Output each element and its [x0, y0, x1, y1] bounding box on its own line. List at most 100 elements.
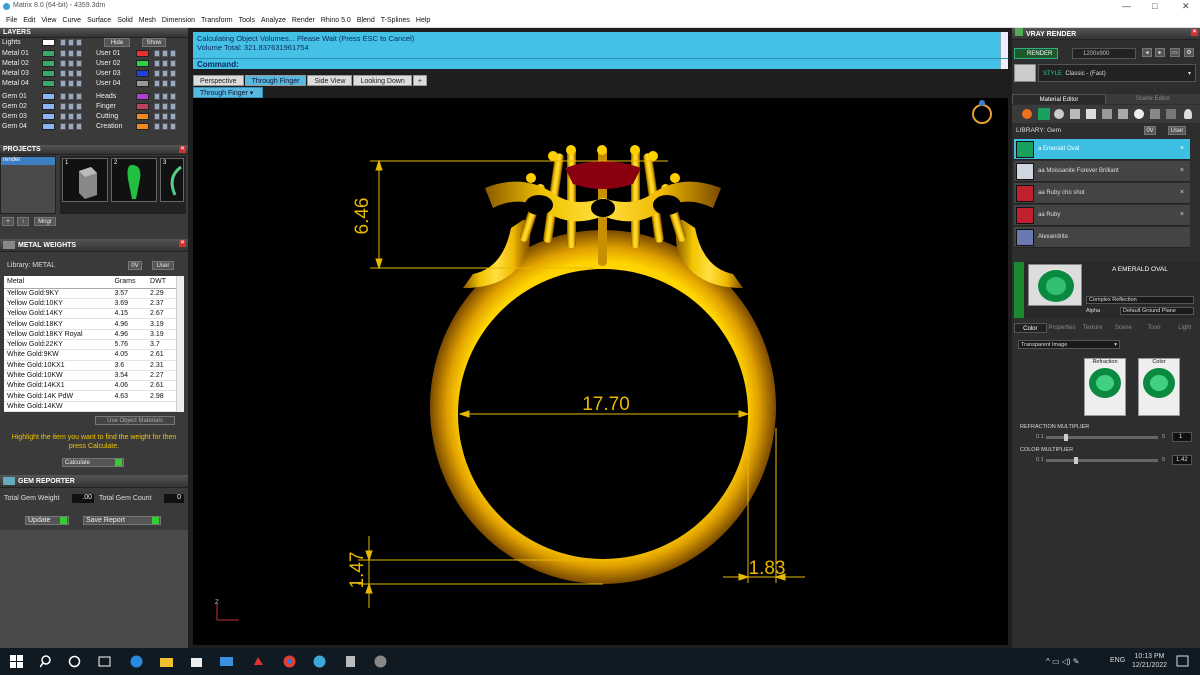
light-sphere-icon[interactable] — [1134, 109, 1144, 119]
message-scrollbar[interactable] — [1000, 32, 1008, 58]
render-button[interactable]: RENDER — [1014, 48, 1058, 59]
table-row[interactable]: White Gold:14K PdW 4.63 2.98 — [4, 390, 176, 402]
bulb-icon[interactable] — [1184, 109, 1192, 119]
menu-solid[interactable]: Solid — [114, 14, 136, 27]
toggle-icon[interactable] — [76, 60, 82, 67]
toggle-icon[interactable] — [170, 113, 176, 120]
layer-color-swatch[interactable] — [42, 39, 55, 46]
layer-color-swatch[interactable] — [42, 60, 55, 67]
add-view-tab[interactable]: + — [412, 75, 427, 86]
layer-row[interactable]: Gem 04 — [2, 122, 90, 131]
app-blue-icon[interactable] — [313, 655, 326, 668]
lock-icon[interactable] — [60, 60, 66, 67]
toggle-icon[interactable] — [76, 113, 82, 120]
visibility-icon[interactable] — [68, 50, 74, 57]
rhino-icon[interactable] — [344, 655, 357, 668]
visibility-icon[interactable] — [162, 93, 168, 100]
color-swatch[interactable]: Color — [1138, 358, 1180, 416]
settings-icon[interactable]: ⚙ — [1184, 48, 1194, 57]
layer-row[interactable]: User 01 — [96, 49, 184, 58]
save-report-button[interactable]: Save Report — [83, 516, 161, 525]
file-explorer-icon[interactable] — [160, 655, 173, 668]
toggle-icon[interactable] — [170, 80, 176, 87]
sphere-icon[interactable] — [1054, 109, 1064, 119]
clock[interactable]: 10:13 PM 12/21/2022 — [1132, 652, 1167, 670]
close-icon[interactable]: × — [1180, 211, 1184, 218]
column-header[interactable]: Grams — [111, 276, 148, 289]
project-item[interactable]: render — [1, 157, 55, 165]
app-red-icon[interactable] — [252, 655, 265, 668]
close-icon[interactable]: × — [1180, 145, 1184, 152]
layer-row[interactable]: Gem 02 — [2, 102, 90, 111]
tab-texture[interactable]: Texture — [1077, 323, 1108, 333]
lock-icon[interactable] — [154, 93, 160, 100]
visibility-icon[interactable] — [68, 60, 74, 67]
visibility-icon[interactable] — [162, 50, 168, 57]
visibility-icon[interactable] — [68, 80, 74, 87]
visibility-icon[interactable] — [162, 123, 168, 130]
lock-icon[interactable] — [154, 60, 160, 67]
layer-color-swatch[interactable] — [136, 103, 149, 110]
toggle-icon[interactable] — [76, 93, 82, 100]
slider-handle[interactable] — [1064, 434, 1068, 441]
layer-row[interactable]: Gem 03 — [2, 112, 90, 121]
lock-icon[interactable] — [154, 123, 160, 130]
tab-scene-editor[interactable]: Scene Editor — [1106, 94, 1200, 104]
table-row[interactable]: Yellow Gold:10KY 3.69 2.37 — [4, 298, 176, 310]
thumb-1[interactable]: 1 — [62, 158, 108, 202]
transparent-image-dropdown[interactable]: Transparent Image ▾ — [1018, 340, 1120, 349]
layer-row[interactable]: Gem 01 — [2, 92, 90, 101]
close-icon[interactable]: × — [179, 146, 186, 153]
menu-file[interactable]: File — [3, 14, 20, 27]
prev-icon[interactable]: ◂ — [1142, 48, 1152, 57]
menu-rhino[interactable]: Rhino 5.0 — [318, 14, 354, 27]
lock-icon[interactable] — [154, 113, 160, 120]
texture-icon[interactable] — [1102, 109, 1112, 119]
lock-icon[interactable] — [60, 70, 66, 77]
swatch-icon[interactable] — [1166, 109, 1176, 119]
close-icon[interactable]: × — [1180, 189, 1184, 196]
use-object-materials-button[interactable]: Use Object Materials — [95, 416, 175, 425]
layer-color-swatch[interactable] — [42, 113, 55, 120]
task-view-icon[interactable] — [98, 655, 111, 668]
show-button[interactable]: Show — [142, 38, 166, 47]
add-project-button[interactable]: + — [2, 217, 14, 226]
library-0v-button[interactable]: 0V — [1144, 126, 1156, 135]
lock-icon[interactable] — [60, 39, 66, 46]
lock-icon[interactable] — [60, 93, 66, 100]
material-item[interactable]: Alexandrite — [1014, 227, 1190, 248]
menu-transform[interactable]: Transform — [198, 14, 236, 27]
command-line[interactable]: Command: — [193, 58, 1008, 69]
tab-properties[interactable]: Properties — [1047, 323, 1078, 333]
menu-blend[interactable]: Blend — [354, 14, 378, 27]
layer-row[interactable]: User 02 — [96, 59, 184, 68]
layer-color-swatch[interactable] — [136, 123, 149, 130]
library-user-button[interactable]: User — [1168, 126, 1186, 135]
lock-icon[interactable] — [60, 80, 66, 87]
ring-icon[interactable] — [972, 100, 992, 124]
menu-view[interactable]: View — [38, 14, 59, 27]
thumb-2[interactable]: 2 — [111, 158, 157, 202]
layer-color-swatch[interactable] — [136, 113, 149, 120]
refraction-multiplier-value[interactable]: 1 — [1172, 432, 1192, 442]
expand-arrow-icon[interactable] — [1014, 262, 1024, 318]
tab-looking-down[interactable]: Looking Down — [353, 75, 412, 86]
library-0v-button[interactable]: 0V — [128, 261, 142, 270]
reflection-dropdown[interactable]: Complex Reflection — [1086, 296, 1194, 304]
table-scrollbar[interactable] — [176, 276, 184, 412]
toggle-icon[interactable] — [76, 103, 82, 110]
mail-icon[interactable] — [220, 655, 233, 668]
layer-color-swatch[interactable] — [42, 70, 55, 77]
toggle-icon[interactable] — [76, 80, 82, 87]
lock-icon[interactable] — [60, 103, 66, 110]
slider-handle[interactable] — [1074, 457, 1078, 464]
material-item[interactable]: a Emerald Oval × — [1014, 139, 1190, 160]
visibility-icon[interactable] — [68, 93, 74, 100]
tab-material-editor[interactable]: Material Editor — [1012, 94, 1106, 104]
layer-color-swatch[interactable] — [42, 80, 55, 87]
manager-button[interactable]: Mngr — [34, 217, 56, 226]
command-scrollbar[interactable] — [1000, 59, 1008, 69]
lock-icon[interactable] — [154, 80, 160, 87]
lock-icon[interactable] — [60, 123, 66, 130]
tab-perspective[interactable]: Perspective — [193, 75, 244, 86]
